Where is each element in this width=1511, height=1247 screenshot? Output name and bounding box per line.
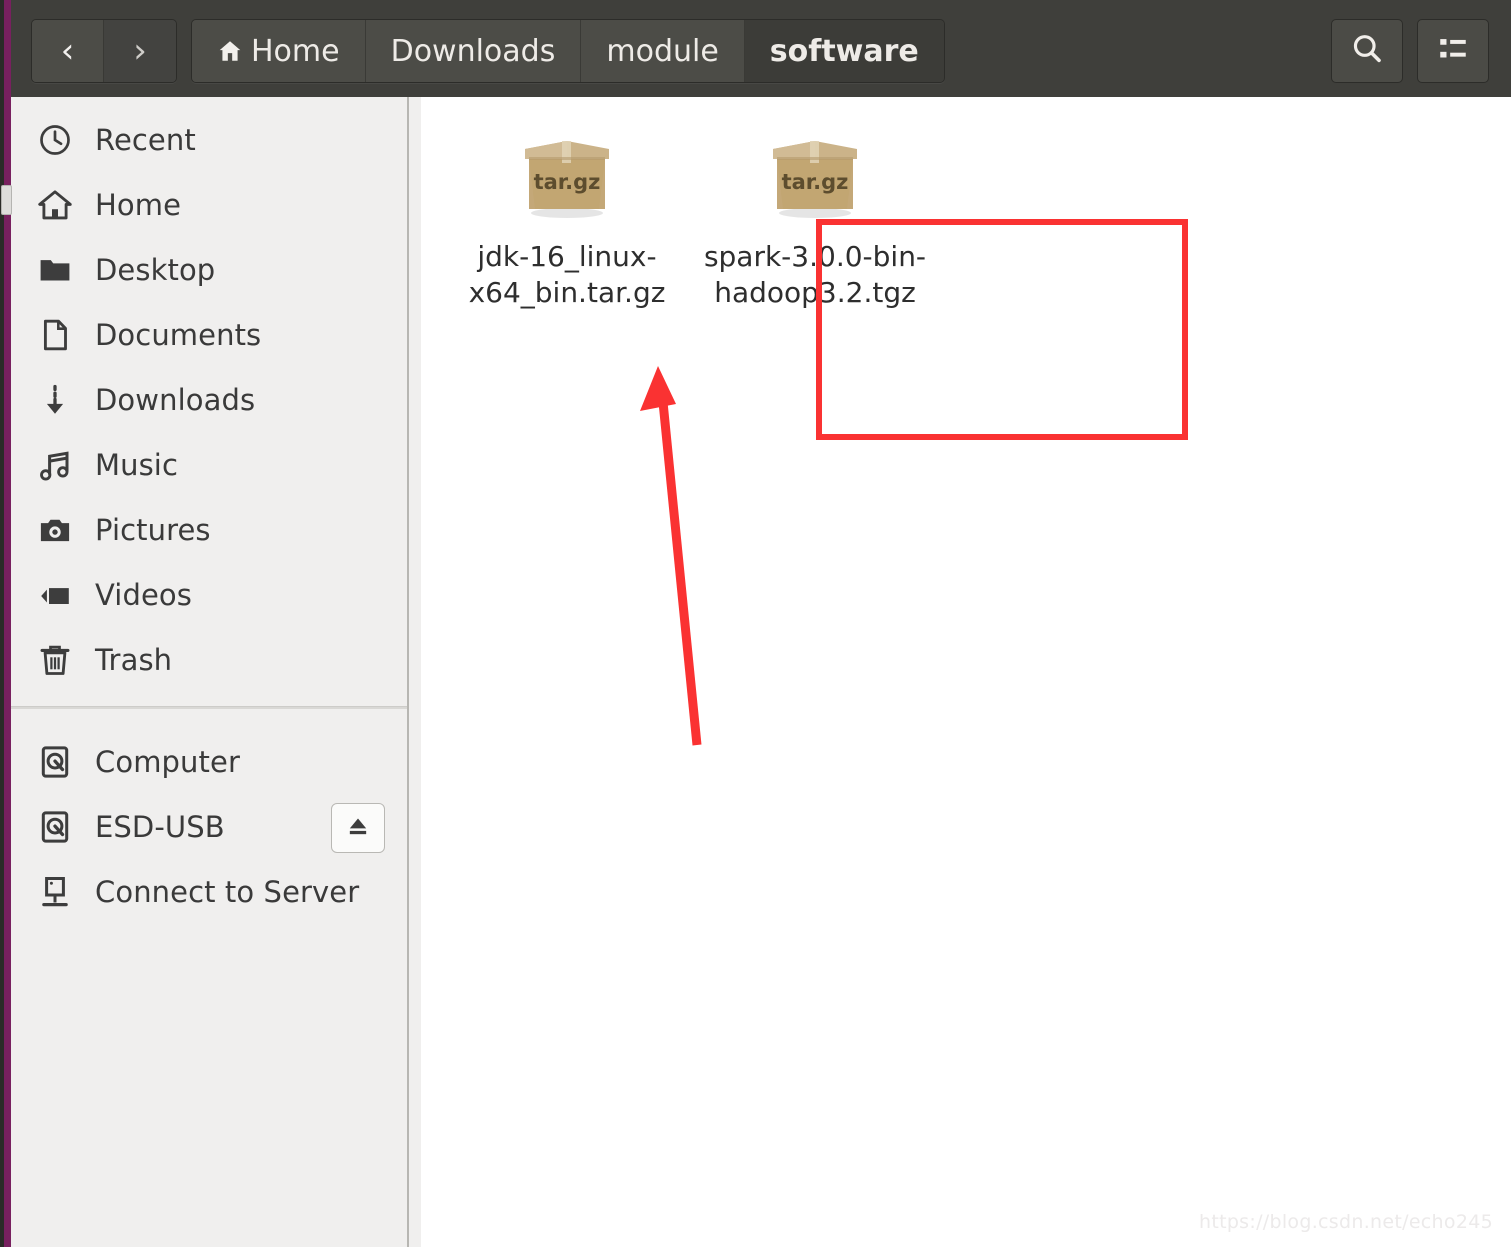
home-icon bbox=[217, 38, 243, 64]
file-name-label: spark-3.0.0-bin-hadoop3.2.tgz bbox=[703, 240, 927, 309]
sidebar-item-desktop[interactable]: Desktop bbox=[11, 237, 407, 302]
sidebar-item-music[interactable]: Music bbox=[11, 432, 407, 497]
chevron-left-icon: ‹ bbox=[60, 31, 75, 71]
file-item-jdk[interactable]: tar.gz jdk-16_linux-x64_bin.tar.gz bbox=[443, 115, 691, 311]
sidebar-item-label: Music bbox=[95, 447, 179, 482]
svg-text:tar.gz: tar.gz bbox=[534, 170, 601, 194]
sidebar-item-recent[interactable]: Recent bbox=[11, 107, 407, 172]
navigation-buttons: ‹ › bbox=[31, 19, 177, 83]
sidebar-item-label: Downloads bbox=[95, 382, 256, 417]
hard-drive-icon bbox=[33, 744, 77, 780]
sidebar-item-documents[interactable]: Documents bbox=[11, 302, 407, 367]
watermark: https://blog.csdn.net/echo245 bbox=[1198, 1211, 1493, 1233]
toolbar: ‹ › Home Downloads module software bbox=[11, 0, 1511, 97]
sidebar-item-trash[interactable]: Trash bbox=[11, 627, 407, 692]
chevron-right-icon: › bbox=[133, 31, 147, 71]
eject-button[interactable] bbox=[331, 803, 385, 853]
view-options-button[interactable] bbox=[1417, 19, 1489, 83]
hard-drive-icon bbox=[33, 809, 77, 845]
sidebar-edge-strip bbox=[409, 97, 421, 1247]
archive-tar-gz-icon: tar.gz bbox=[515, 123, 619, 225]
sidebar-item-label: Trash bbox=[95, 642, 173, 677]
breadcrumb-item-module[interactable]: module bbox=[581, 20, 745, 82]
breadcrumb-item-home[interactable]: Home bbox=[192, 20, 366, 82]
eject-icon bbox=[344, 812, 372, 844]
search-button[interactable] bbox=[1331, 19, 1403, 83]
file-item-spark[interactable]: tar.gz spark-3.0.0-bin-hadoop3.2.tgz bbox=[691, 115, 939, 311]
sidebar-item-label: Connect to Server bbox=[95, 874, 360, 909]
trash-icon bbox=[33, 642, 77, 678]
search-icon bbox=[1349, 31, 1385, 71]
file-manager-window: ‹ › Home Downloads module software Recen… bbox=[1, 0, 1511, 1247]
file-grid: tar.gz jdk-16_linux-x64_bin.tar.gz tar.g… bbox=[421, 97, 939, 311]
sidebar-item-esd-usb[interactable]: ESD-USB bbox=[11, 794, 407, 859]
sidebar: Recent Home Desktop Documents Downloads … bbox=[1, 97, 409, 1247]
folder-icon bbox=[33, 252, 77, 288]
back-button[interactable]: ‹ bbox=[32, 20, 104, 82]
sidebar-item-pictures[interactable]: Pictures bbox=[11, 497, 407, 562]
svg-text:tar.gz: tar.gz bbox=[782, 170, 849, 194]
sidebar-item-label: Pictures bbox=[95, 512, 211, 547]
file-name-label: jdk-16_linux-x64_bin.tar.gz bbox=[468, 240, 666, 309]
sidebar-divider bbox=[11, 706, 407, 709]
sidebar-item-label: Recent bbox=[95, 122, 196, 157]
camera-icon bbox=[33, 512, 77, 548]
home-icon bbox=[33, 187, 77, 223]
breadcrumb-label: Downloads bbox=[390, 33, 556, 69]
sidebar-item-label: Desktop bbox=[95, 252, 216, 287]
sidebar-devices-section: Computer ESD-USB Connect to Server bbox=[11, 719, 407, 924]
music-note-icon bbox=[33, 447, 77, 483]
list-view-icon bbox=[1436, 32, 1470, 70]
sidebar-places-section: Recent Home Desktop Documents Downloads … bbox=[11, 97, 407, 692]
sidebar-item-label: ESD-USB bbox=[95, 809, 225, 844]
sidebar-item-label: Documents bbox=[95, 317, 262, 352]
clock-icon bbox=[33, 122, 77, 158]
breadcrumb-label: Home bbox=[251, 33, 340, 69]
document-icon bbox=[33, 317, 77, 353]
sidebar-item-computer[interactable]: Computer bbox=[11, 729, 407, 794]
breadcrumb-label: module bbox=[606, 33, 719, 69]
sidebar-item-videos[interactable]: Videos bbox=[11, 562, 407, 627]
forward-button[interactable]: › bbox=[104, 20, 176, 82]
file-list-view[interactable]: tar.gz jdk-16_linux-x64_bin.tar.gz tar.g… bbox=[421, 97, 1511, 1247]
sidebar-item-connect-to-server[interactable]: Connect to Server bbox=[11, 859, 407, 924]
sidebar-item-label: Videos bbox=[95, 577, 192, 612]
archive-tar-gz-icon: tar.gz bbox=[763, 123, 867, 225]
server-icon bbox=[33, 874, 77, 910]
sidebar-item-label: Home bbox=[95, 187, 182, 222]
download-arrow-icon bbox=[33, 382, 77, 418]
sidebar-item-downloads[interactable]: Downloads bbox=[11, 367, 407, 432]
sidebar-item-label: Computer bbox=[95, 744, 240, 779]
breadcrumb-label: software bbox=[769, 33, 919, 69]
breadcrumb-item-software[interactable]: software bbox=[744, 20, 944, 82]
video-camera-icon bbox=[33, 577, 77, 613]
toolbar-right-actions bbox=[1331, 19, 1489, 83]
breadcrumb: Home Downloads module software bbox=[191, 19, 945, 83]
breadcrumb-item-downloads[interactable]: Downloads bbox=[365, 20, 582, 82]
sidebar-item-home[interactable]: Home bbox=[11, 172, 407, 237]
